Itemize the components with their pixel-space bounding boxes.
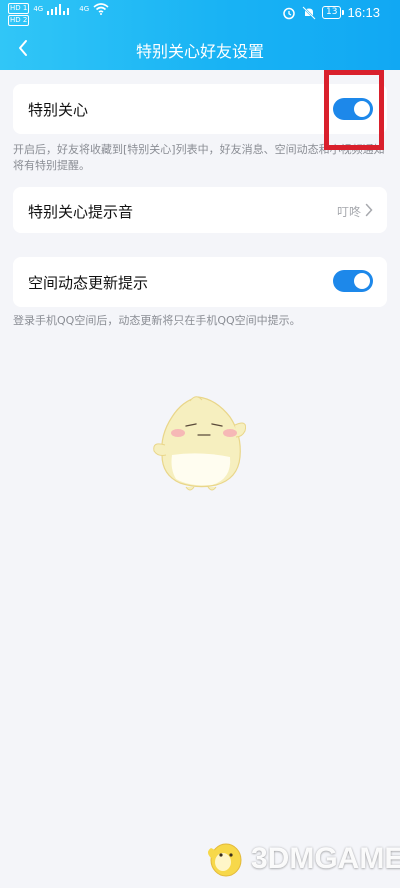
clock: 16:13	[347, 5, 380, 20]
status-right: 13 16:13	[282, 5, 380, 20]
space-updates-label: 空间动态更新提示	[28, 274, 149, 292]
header: HD 1 HD 2 4G 4G 13 16:13 特别关心好友设置	[0, 0, 400, 70]
space-updates-toggle[interactable]	[333, 270, 373, 292]
watermark: 3DMGAME	[205, 838, 400, 880]
network-label: 4G	[33, 5, 44, 13]
highlight-box	[324, 70, 384, 150]
alert-sound-label: 特别关心提示音	[28, 203, 134, 221]
signal-icon	[47, 4, 70, 15]
chevron-right-icon	[365, 203, 373, 217]
sim2-badge: HD 2	[8, 15, 30, 26]
watermark-text: 3DMGAME	[251, 842, 400, 875]
alert-sound-value: 叮咚	[336, 205, 361, 219]
mascot-illustration	[153, 396, 246, 491]
mute-icon	[302, 5, 316, 20]
navigation-bar: 特别关心好友设置	[0, 33, 400, 63]
sim1-badge: HD 1	[8, 3, 30, 14]
alarm-icon	[283, 7, 295, 19]
sim-indicators: HD 1 HD 2	[8, 3, 30, 26]
status-bar: HD 1 HD 2 4G 4G 13 16:13	[0, 0, 400, 28]
page-title: 特别关心好友设置	[135, 42, 264, 61]
alert-sound-row[interactable]: 特别关心提示音 叮咚	[13, 187, 387, 233]
space-updates-description: 登录手机QQ空间后，动态更新将只在手机QQ空间中提示。	[13, 314, 301, 327]
network-label-2: 4G	[79, 5, 90, 13]
toggle-knob	[354, 273, 370, 289]
battery-indicator: 13	[322, 6, 345, 19]
watermark-mascot-icon	[208, 843, 242, 877]
status-left: HD 1 HD 2 4G 4G	[8, 3, 109, 26]
space-updates-row: 空间动态更新提示	[13, 257, 387, 307]
wifi-icon	[93, 3, 109, 15]
special-care-label: 特别关心	[28, 101, 89, 119]
